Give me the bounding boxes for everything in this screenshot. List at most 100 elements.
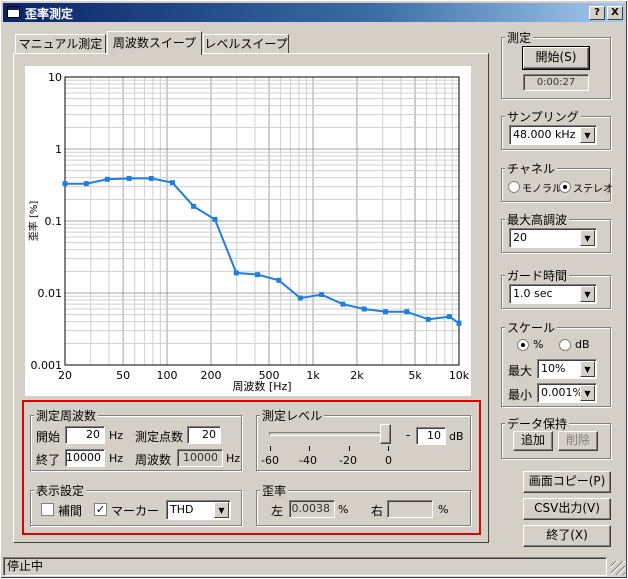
- data-point: [148, 175, 154, 181]
- status-text: 停止中: [7, 559, 44, 573]
- data-point: [126, 175, 132, 181]
- tab-level-sweep[interactable]: レベルスイープ: [203, 34, 289, 54]
- channel-group-label: チャネル: [505, 160, 557, 177]
- chevron-down-icon[interactable]: ▼: [580, 286, 595, 302]
- x-tick-label: 50: [116, 369, 130, 382]
- scale-group-label: スケール: [505, 319, 558, 336]
- max-harmonic-value: 20: [513, 231, 527, 244]
- chevron-down-icon[interactable]: ▼: [580, 230, 595, 246]
- delete-data-button[interactable]: 削除: [558, 431, 598, 451]
- freq-group-label: 測定周波数: [34, 407, 99, 424]
- y-tick-label: 0.1: [45, 215, 63, 228]
- close-button[interactable]: X: [607, 6, 623, 20]
- exit-button[interactable]: 終了(X): [523, 525, 611, 547]
- scale-max-select[interactable]: 10% ▼: [537, 359, 597, 379]
- level-slider-track[interactable]: [269, 432, 391, 436]
- guard-time-group-label: ガード時間: [505, 267, 570, 284]
- freq-end-input[interactable]: 10000: [65, 449, 105, 467]
- scale-min-value: 0.001%: [541, 386, 583, 399]
- measure-group-label: 測定: [505, 29, 534, 46]
- freq-end-unit: Hz: [109, 452, 124, 465]
- data-point: [297, 295, 303, 301]
- x-tick-label: 100: [157, 369, 178, 382]
- csv-export-button[interactable]: CSV出力(V): [523, 498, 611, 520]
- display-mode-select[interactable]: THD ▼: [166, 500, 231, 520]
- data-point: [404, 309, 410, 315]
- x-tick-label: 2k: [350, 369, 364, 382]
- data-point: [340, 301, 346, 307]
- distortion-group-label: 歪率: [260, 482, 289, 499]
- interp-label: 補間: [58, 504, 83, 518]
- data-point: [383, 309, 389, 315]
- data-point: [191, 203, 197, 209]
- freq-end-label: 終了: [36, 453, 61, 467]
- x-tick-label: 200: [200, 369, 221, 382]
- guard-time-select[interactable]: 1.0 sec ▼: [509, 284, 597, 304]
- mono-radio[interactable]: [508, 181, 520, 193]
- level-slider-ticks: [269, 446, 391, 451]
- chevron-down-icon[interactable]: ▼: [214, 502, 229, 518]
- level-input[interactable]: 10: [416, 427, 446, 445]
- y-axis-label: 歪率 [%]: [27, 201, 40, 242]
- level-tick-40: -40: [299, 454, 317, 467]
- data-point: [233, 270, 239, 276]
- left-pct: %: [338, 503, 349, 516]
- mono-label: モノラル: [522, 184, 562, 195]
- marker-label: マーカー: [111, 504, 160, 518]
- chart-area: 20 50 100 200 500 1k 2k 5k 10k 10 1 0.1 0.01 0.001 周…: [25, 66, 471, 396]
- data-point: [319, 292, 325, 298]
- add-data-button[interactable]: 追加: [513, 431, 553, 451]
- scale-min-select[interactable]: 0.001% ▼: [537, 383, 597, 403]
- scale-max-label: 最大: [508, 364, 533, 378]
- scale-min-label: 最小: [508, 388, 533, 402]
- right-distortion-value: [387, 500, 433, 518]
- points-label: 測定点数: [135, 430, 184, 444]
- y-tick-label: 0.01: [38, 287, 63, 300]
- data-point: [212, 216, 218, 222]
- data-point: [456, 320, 462, 326]
- right-pct: %: [438, 503, 449, 516]
- chevron-down-icon[interactable]: ▼: [580, 385, 595, 401]
- help-button[interactable]: ?: [589, 6, 605, 20]
- right-label: 右: [371, 504, 384, 518]
- freq-start-label: 開始: [36, 430, 61, 444]
- scale-percent-label: %: [533, 338, 544, 351]
- chevron-down-icon[interactable]: ▼: [580, 127, 595, 143]
- distortion-chart: 20 50 100 200 500 1k 2k 5k 10k 1010.10.010.001 周…: [27, 71, 470, 393]
- marker-checkbox[interactable]: ✓: [94, 503, 107, 516]
- tab-frequency-sweep[interactable]: 周波数スイープ: [107, 31, 202, 55]
- tab-manual[interactable]: マニュアル測定: [15, 34, 106, 54]
- scale-percent-radio[interactable]: [517, 339, 529, 351]
- max-harmonic-group-label: 最大高調波: [505, 211, 570, 228]
- freq-start-input[interactable]: 20: [65, 426, 105, 444]
- data-point: [361, 306, 367, 312]
- level-slider-thumb[interactable]: [380, 424, 391, 444]
- series-line: [65, 177, 460, 325]
- status-bar: 停止中: [3, 557, 607, 576]
- scale-max-value: 10%: [541, 362, 566, 375]
- app-icon: [7, 6, 20, 18]
- chevron-down-icon[interactable]: ▼: [580, 361, 595, 377]
- max-harmonic-select[interactable]: 20 ▼: [509, 228, 597, 248]
- interp-checkbox[interactable]: [41, 503, 54, 516]
- current-freq-label: 周波数: [135, 453, 172, 467]
- y-tick-label: 1: [55, 143, 62, 156]
- scale-db-radio[interactable]: [559, 339, 571, 351]
- left-label: 左: [271, 504, 284, 518]
- screen-copy-button[interactable]: 画面コピー(P): [523, 471, 611, 493]
- y-tick-label: 10: [48, 71, 62, 84]
- level-group-label: 測定レベル: [260, 407, 325, 424]
- sampling-value: 48.000 kHz: [513, 128, 576, 141]
- resize-grip[interactable]: [611, 561, 625, 575]
- stereo-radio[interactable]: [559, 181, 571, 193]
- data-point: [446, 314, 452, 320]
- x-tick-label: 5k: [408, 369, 422, 382]
- data-point: [170, 180, 176, 186]
- data-point: [104, 176, 110, 182]
- start-button[interactable]: 開始(S): [522, 46, 590, 70]
- level-unit: dB: [449, 430, 464, 443]
- points-input[interactable]: 20: [187, 426, 221, 444]
- title-bar: 歪率測定 ? X: [3, 3, 625, 22]
- level-tick-60: -60: [261, 454, 279, 467]
- sampling-select[interactable]: 48.000 kHz ▼: [509, 125, 597, 145]
